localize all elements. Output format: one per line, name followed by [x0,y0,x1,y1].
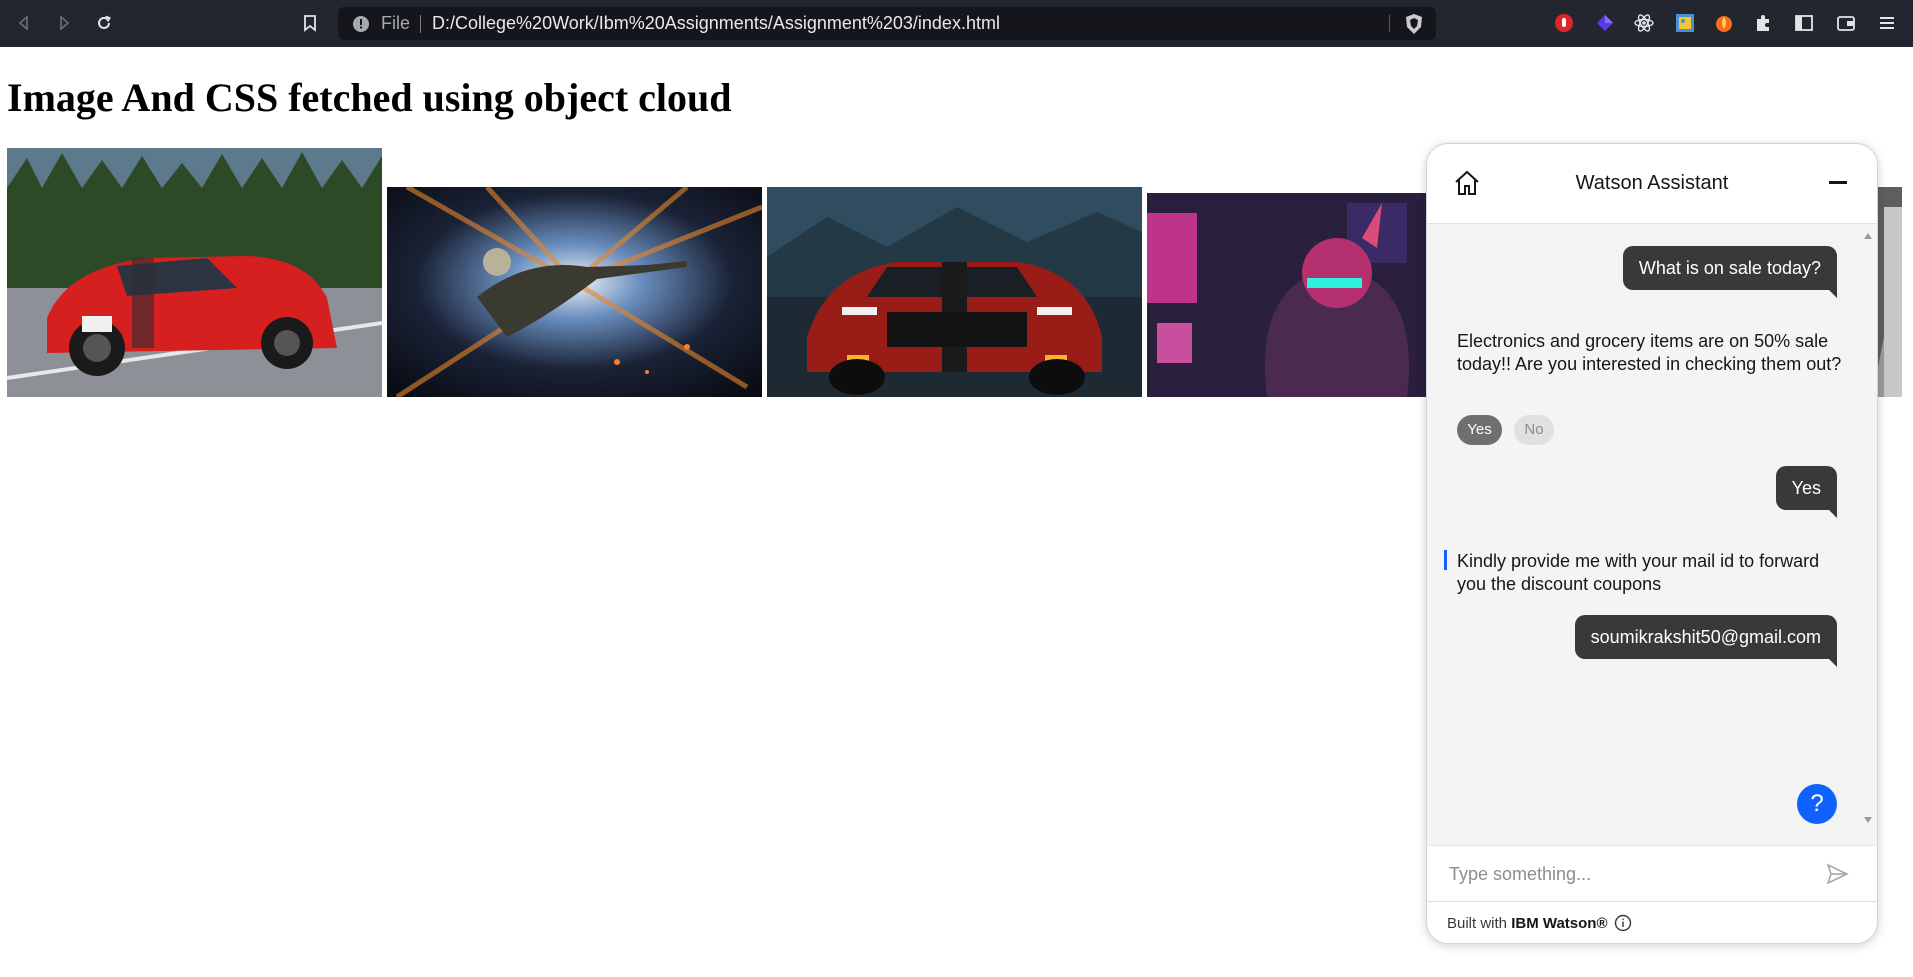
brave-shield-icon[interactable] [1404,13,1424,35]
bookmark-button[interactable] [298,11,322,35]
gem-extension-icon[interactable] [1594,12,1616,34]
menu-icon[interactable] [1876,12,1898,34]
sniper-artwork-image [387,187,762,397]
extensions-puzzle-icon[interactable] [1753,12,1775,34]
back-icon [18,15,28,31]
reload-icon [98,15,111,29]
bot-message: Kindly provide me with your mail id to f… [1457,551,1820,594]
url-text[interactable]: D:/College%20Work/Ibm%20Assignments/Assi… [432,13,1000,34]
red-shelby-mustang-image [767,187,1142,397]
scroll-up-icon[interactable] [1864,233,1872,239]
watson-header: Watson Assistant [1427,144,1877,224]
page-title: Image And CSS fetched using object cloud [7,75,732,120]
react-devtools-icon[interactable] [1633,12,1655,34]
url-divider-end [1389,15,1390,32]
watson-title: Watson Assistant [1575,172,1729,194]
user-message: What is on sale today? [1622,246,1838,298]
info-icon[interactable] [1614,914,1632,932]
user-message: soumikrakshit50@gmail.com [1574,615,1838,667]
ublock-extension-icon[interactable] [1553,12,1575,34]
fire-extension-icon[interactable] [1713,12,1735,34]
url-divider [420,14,422,33]
scroll-down-icon[interactable] [1864,817,1872,823]
url-scheme: File [381,13,411,33]
built-with-label: Built with IBM Watson® [1447,915,1608,932]
watson-assistant-widget: Watson Assistant What is on sale today? … [1426,143,1878,944]
chat-input-area [1427,845,1877,902]
chat-scrollbar[interactable] [1859,225,1877,829]
built-with-prefix: Built with [1447,915,1512,932]
user-message: Yes [1775,466,1838,518]
address-bar[interactable]: File D:/College%20Work/Ibm%20Assignments… [338,7,1436,40]
browser-toolbar: File D:/College%20Work/Ibm%20Assignments… [0,0,1913,47]
bookmark-icon [304,15,316,32]
back-button[interactable] [12,11,36,35]
option-yes-button[interactable]: Yes [1457,415,1502,445]
option-no-button[interactable]: No [1514,415,1554,445]
forward-icon [60,15,70,31]
red-mustang-convertible-image [7,148,382,397]
image-extension-icon[interactable] [1674,12,1696,34]
reload-button[interactable] [92,11,116,35]
ibm-watson-brand: IBM Watson® [1511,915,1608,932]
send-icon[interactable] [1825,862,1849,886]
info-icon[interactable] [352,15,370,33]
wallet-icon[interactable] [1835,12,1857,34]
forward-button[interactable] [52,11,76,35]
sidebar-toggle-icon[interactable] [1793,12,1815,34]
minimize-icon[interactable] [1829,181,1847,184]
bot-message-indicator [1444,550,1447,570]
chat-input[interactable] [1449,858,1809,890]
help-button[interactable]: ? [1797,784,1837,824]
bot-message: Electronics and grocery items are on 50%… [1457,331,1842,374]
watson-footer: Built with IBM Watson® [1427,902,1877,943]
